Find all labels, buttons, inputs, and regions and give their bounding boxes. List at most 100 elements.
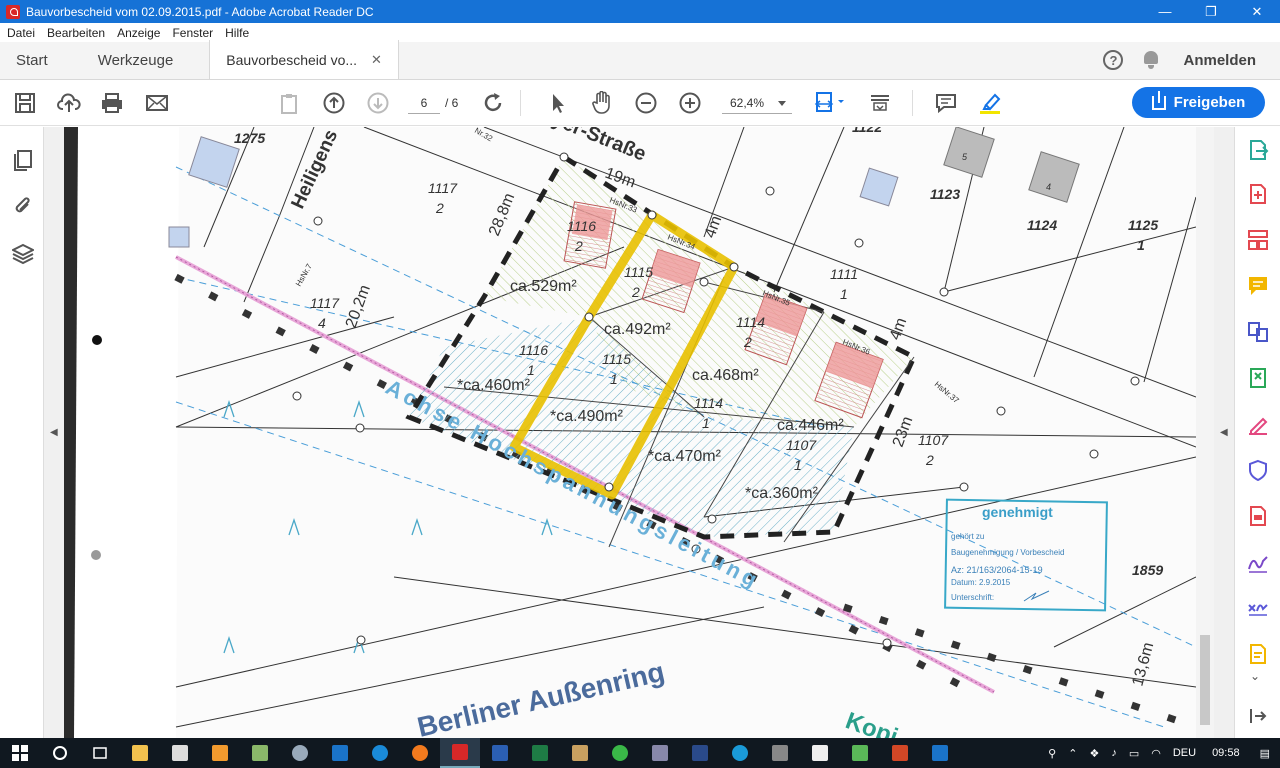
acrobat-icon (6, 4, 20, 19)
menu-hilfe[interactable]: Hilfe (225, 26, 249, 40)
signin-button[interactable]: Anmelden (1183, 52, 1256, 69)
app-icon-18[interactable] (760, 738, 800, 768)
tab-close-button[interactable]: ✕ (371, 52, 382, 68)
zoom-value: 62,4% (730, 96, 765, 110)
windows-start-icon[interactable] (0, 738, 40, 768)
chevron-up-icon[interactable]: ⌃ (1068, 747, 1077, 760)
app-icon-13[interactable] (560, 738, 600, 768)
combine-files-icon[interactable] (1247, 321, 1269, 343)
outlook-icon[interactable] (320, 738, 360, 768)
parcel-1116a-denominator: 2 (574, 238, 583, 254)
edit-pdf-icon[interactable] (1247, 413, 1269, 435)
close-button[interactable]: ✕ (1234, 0, 1280, 23)
print-icon[interactable] (100, 91, 124, 115)
fit-page-icon[interactable] (814, 91, 848, 115)
excel-icon[interactable] (520, 738, 560, 768)
app-icon-17[interactable] (720, 738, 760, 768)
menu-datei[interactable]: Datei (7, 26, 35, 40)
document-view[interactable]: 1275 1122 1123 1124 1125 1 1859 1117 2 1… (64, 127, 1196, 738)
people-icon[interactable]: ⚲ (1048, 747, 1056, 760)
stamp-tool-icon[interactable] (1247, 643, 1269, 665)
attachment-icon[interactable] (12, 195, 34, 222)
scroll-mode-icon[interactable] (868, 91, 892, 115)
parcel-1117b-denominator: 4 (318, 315, 326, 331)
chevron-down-icon[interactable]: ⌄ (1250, 669, 1272, 691)
search-icon[interactable] (40, 738, 80, 768)
organize-pages-icon[interactable] (1247, 229, 1269, 251)
rotate-icon[interactable] (481, 91, 505, 115)
help-icon[interactable]: ? (1103, 50, 1124, 70)
chevron-left-icon[interactable]: ◀ (1220, 427, 1228, 438)
tab-start[interactable]: Start (0, 41, 64, 79)
share-button[interactable]: Freigeben (1132, 87, 1265, 118)
comment-tool-icon[interactable] (1247, 275, 1269, 297)
collapse-panel-icon[interactable] (1247, 705, 1269, 727)
export-pdf-icon[interactable] (1247, 139, 1269, 161)
page-up-icon[interactable] (322, 91, 346, 115)
zoom-in-icon[interactable] (678, 91, 702, 115)
page-down-icon[interactable] (366, 91, 390, 115)
zoom-select[interactable]: 62,4% (722, 92, 792, 114)
bell-icon[interactable] (1143, 51, 1159, 69)
mail-icon[interactable] (145, 91, 169, 115)
battery-icon[interactable]: ▭ (1129, 747, 1139, 760)
comment-icon[interactable] (934, 91, 958, 115)
app-icon-20[interactable] (840, 738, 880, 768)
hand-tool-icon[interactable] (590, 91, 614, 115)
parcel-1117a-denominator: 2 (435, 200, 444, 216)
app-icon-4[interactable] (240, 738, 280, 768)
vertical-scrollbar[interactable] (1196, 127, 1214, 738)
scrollbar-thumb[interactable] (1200, 635, 1210, 725)
app-icon-2[interactable] (160, 738, 200, 768)
acrobat-taskbar-icon[interactable] (440, 738, 480, 768)
menu-fenster[interactable]: Fenster (172, 26, 213, 40)
app-icon-16[interactable] (680, 738, 720, 768)
cloud-upload-icon[interactable] (57, 91, 81, 115)
select-cursor-icon[interactable] (546, 91, 570, 115)
layers-icon[interactable] (10, 243, 36, 270)
tab-werkzeuge[interactable]: Werkzeuge (64, 41, 190, 79)
parcel-1122: 1122 (852, 127, 882, 135)
page-number-input[interactable]: 6 (408, 92, 440, 114)
highlighter-icon[interactable] (978, 91, 1002, 115)
app-icon-5[interactable] (280, 738, 320, 768)
word-icon[interactable] (480, 738, 520, 768)
notifications-icon[interactable]: ▤ (1260, 747, 1270, 760)
right-panel-collapse-strip[interactable]: ◀ (1214, 127, 1234, 738)
firefox-icon[interactable] (400, 738, 440, 768)
minimize-button[interactable]: — (1142, 0, 1188, 23)
protect-icon[interactable] (1247, 459, 1269, 482)
edge-icon[interactable] (360, 738, 400, 768)
powerpoint-icon[interactable] (880, 738, 920, 768)
maximize-button[interactable]: ❐ (1188, 0, 1234, 23)
media-player-icon[interactable] (200, 738, 240, 768)
wifi-icon[interactable]: ◠ (1151, 747, 1161, 760)
zoom-out-icon[interactable] (634, 91, 658, 115)
save-icon[interactable] (13, 91, 37, 115)
compress-pdf-icon[interactable] (1247, 367, 1269, 389)
file-explorer-icon[interactable] (120, 738, 160, 768)
language-indicator[interactable]: DEU (1173, 747, 1196, 759)
clock[interactable]: 09:58 (1212, 747, 1240, 759)
task-view-icon[interactable] (80, 738, 120, 768)
volume-icon[interactable]: ♪ (1111, 747, 1117, 759)
menu-anzeige[interactable]: Anzeige (117, 26, 160, 40)
dropbox-icon[interactable]: ❖ (1089, 747, 1099, 760)
page-thumbnails-icon[interactable] (12, 149, 34, 176)
chevron-left-icon[interactable]: ◀ (50, 427, 58, 438)
stamp-signature: Unterschrift: (951, 593, 994, 602)
outlook-icon-2[interactable] (920, 738, 960, 768)
right-tools-panel: ⌄ (1234, 127, 1280, 738)
app-icon-15[interactable] (640, 738, 680, 768)
system-tray: ⚲ ⌃ ❖ ♪ ▭ ◠ DEU 09:58 ▤ (1042, 738, 1280, 768)
app-icon-19[interactable] (800, 738, 840, 768)
menu-bearbeiten[interactable]: Bearbeiten (47, 26, 105, 40)
send-for-signature-icon[interactable] (1247, 597, 1269, 619)
create-pdf-icon[interactable] (1247, 183, 1269, 205)
app-icon-14[interactable] (600, 738, 640, 768)
window-title: Bauvorbescheid vom 02.09.2015.pdf - Adob… (26, 4, 374, 19)
tab-document[interactable]: Bauvorbescheid vo... ✕ (209, 40, 399, 79)
fill-sign-icon[interactable] (1247, 551, 1269, 573)
pdf-convert-icon[interactable] (1247, 505, 1269, 527)
left-panel-collapse-strip[interactable]: ◀ (44, 127, 64, 738)
